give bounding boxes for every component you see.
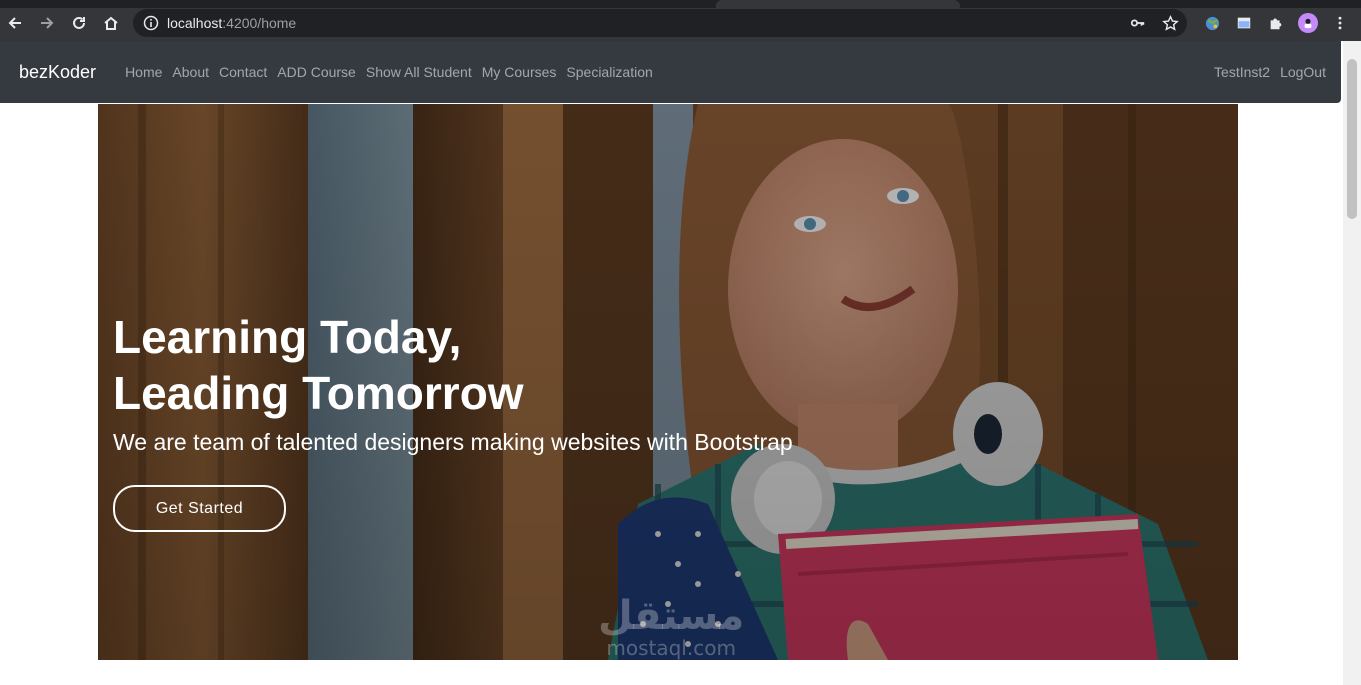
- extensions-puzzle-icon[interactable]: [1265, 12, 1287, 34]
- forward-icon[interactable]: [33, 8, 61, 38]
- nav-link-home[interactable]: Home: [125, 64, 162, 80]
- nav-link-contact[interactable]: Contact: [219, 64, 267, 80]
- scrollbar-thumb[interactable]: [1347, 59, 1357, 219]
- nav-link-add-course[interactable]: ADD Course: [277, 64, 356, 80]
- web-page: bezKoder Home About Contact ADD Course S…: [0, 41, 1343, 685]
- url-text: localhost:4200/home: [167, 15, 296, 31]
- key-icon[interactable]: [1129, 14, 1147, 32]
- nav-link-my-courses[interactable]: My Courses: [482, 64, 557, 80]
- url-host: localhost: [167, 15, 223, 31]
- tab-strip: [0, 0, 1361, 8]
- menu-kebab-icon[interactable]: [1329, 12, 1351, 34]
- site-navbar: bezKoder Home About Contact ADD Course S…: [0, 41, 1341, 103]
- back-icon[interactable]: [1, 8, 29, 38]
- nav-user-name[interactable]: TestInst2: [1214, 64, 1270, 80]
- profile-avatar[interactable]: [1297, 12, 1319, 34]
- star-icon[interactable]: [1161, 14, 1179, 32]
- address-bar[interactable]: localhost:4200/home: [133, 9, 1187, 37]
- watermark-arabic: مستقل: [598, 593, 745, 639]
- extension-window-icon[interactable]: [1233, 12, 1255, 34]
- hero-title-line-1: Learning Today,: [113, 311, 462, 363]
- hero-title: Learning Today, Leading Tomorrow: [113, 309, 524, 421]
- brand-logo[interactable]: bezKoder: [19, 62, 96, 83]
- reload-icon[interactable]: [65, 8, 93, 38]
- nav-links: Home About Contact ADD Course Show All S…: [125, 64, 663, 80]
- url-path: :4200/home: [222, 15, 297, 31]
- nav-link-about[interactable]: About: [172, 64, 209, 80]
- watermark: مستقل mostaql.com: [598, 594, 744, 658]
- watermark-latin: mostaql.com: [606, 636, 736, 660]
- hero-title-line-2: Leading Tomorrow: [113, 367, 524, 419]
- extension-globe-icon[interactable]: [1201, 12, 1223, 34]
- nav-link-show-all-student[interactable]: Show All Student: [366, 64, 472, 80]
- hero-subtitle: We are team of talented designers making…: [113, 429, 793, 455]
- page-scrollbar[interactable]: [1343, 41, 1361, 685]
- browser-toolbar: localhost:4200/home: [0, 8, 1361, 41]
- nav-link-specialization[interactable]: Specialization: [566, 64, 652, 80]
- hero-banner: Learning Today, Leading Tomorrow We are …: [98, 104, 1238, 660]
- nav-logout[interactable]: LogOut: [1280, 64, 1326, 80]
- info-icon[interactable]: [143, 15, 159, 31]
- nav-user-area: TestInst2 LogOut: [1204, 41, 1326, 103]
- browser-tab[interactable]: [716, 0, 960, 8]
- home-icon[interactable]: [97, 8, 125, 38]
- get-started-button[interactable]: Get Started: [113, 485, 286, 532]
